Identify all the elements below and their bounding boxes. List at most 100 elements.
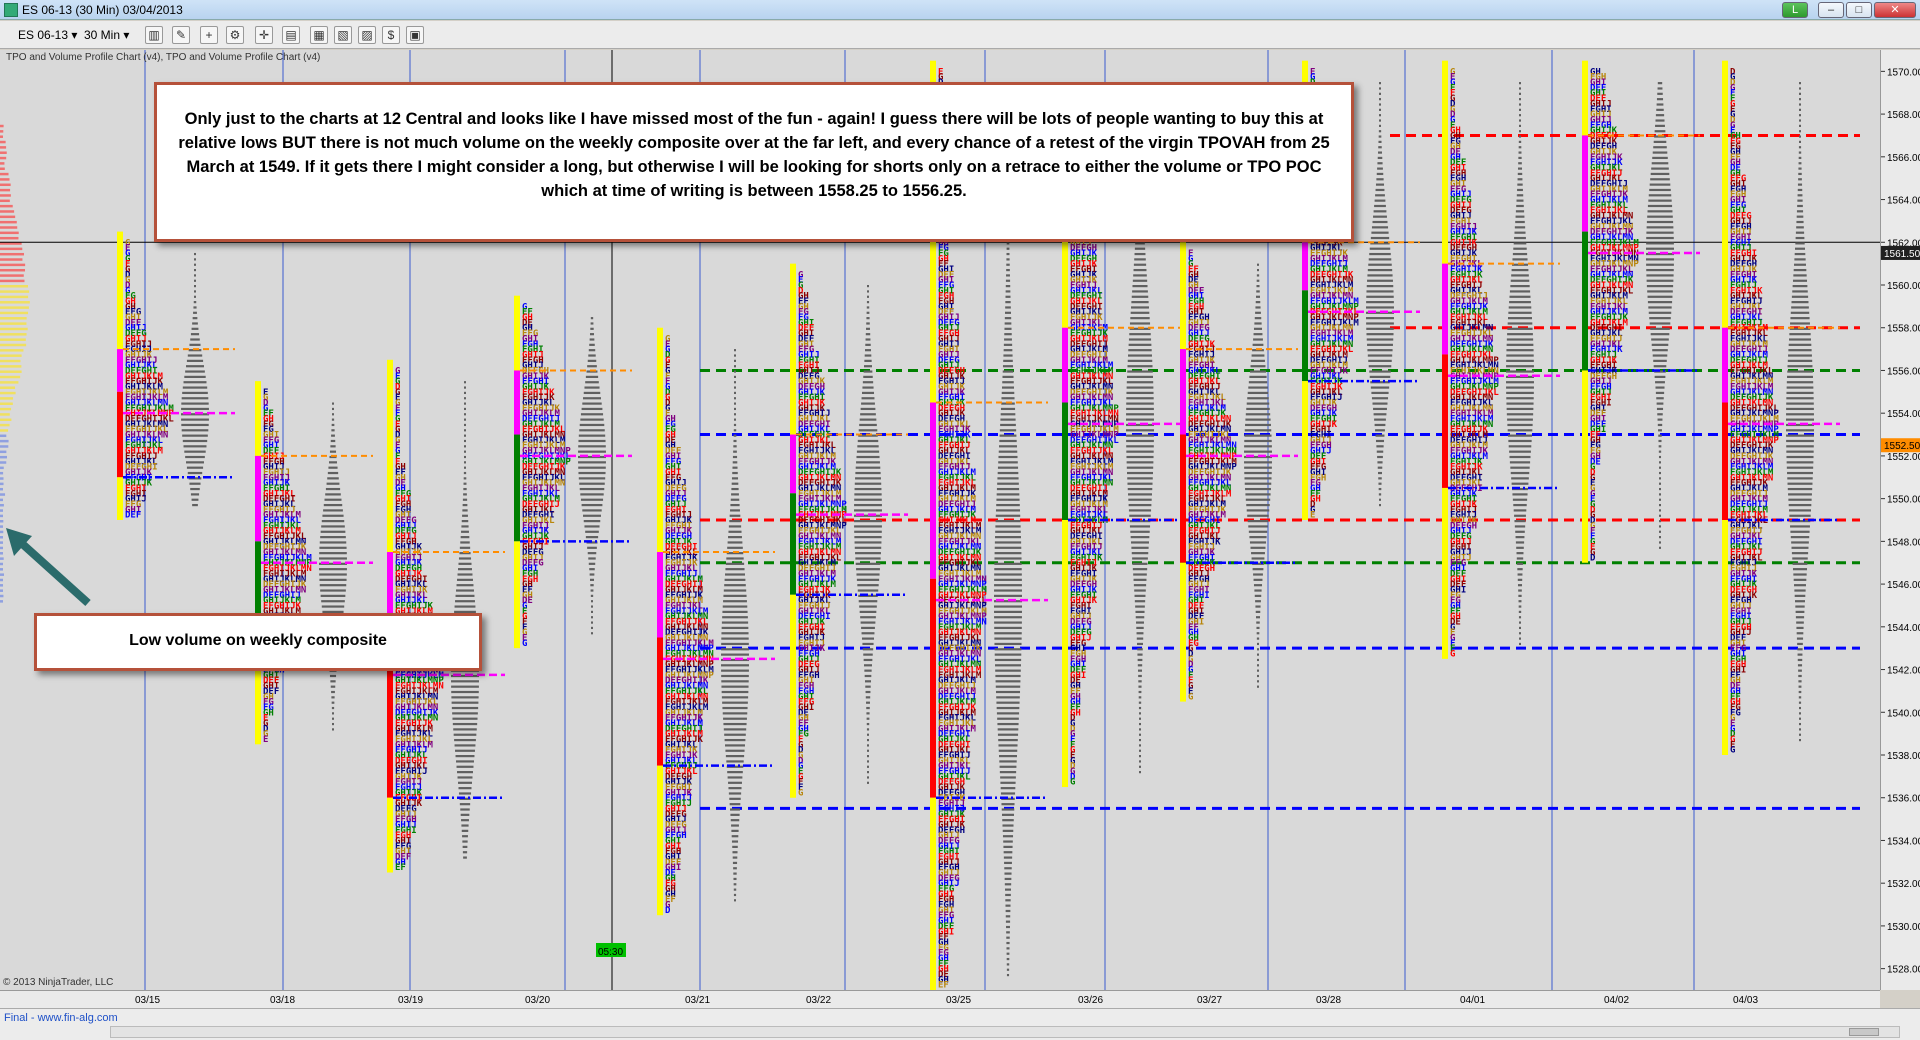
volume-profile-bar (730, 504, 739, 506)
session-range-segment (790, 493, 796, 594)
properties2-icon[interactable]: ▨ (358, 26, 376, 44)
volume-profile-bar (732, 467, 737, 469)
volume-profile-bar (734, 392, 736, 394)
dollar-icon[interactable]: $ (382, 26, 400, 44)
volume-profile-bar (1367, 285, 1394, 287)
volume-profile-bar (1251, 552, 1265, 554)
volume-profile-bar (1506, 397, 1533, 399)
volume-profile-bar (455, 750, 475, 752)
instrument-selector[interactable]: ES 06-13 ▾ (14, 25, 81, 45)
horizontal-scrollbar[interactable] (110, 1026, 1900, 1038)
volume-profile-bar (331, 440, 335, 442)
minimize-button[interactable]: – (1818, 2, 1844, 18)
volume-profile-bar (464, 483, 467, 485)
volume-profile-bar (855, 488, 882, 490)
volume-profile-bar (1518, 589, 1522, 591)
composite-text: Low volume on weekly composite (129, 632, 387, 649)
data-box-icon[interactable]: ▤ (282, 26, 300, 44)
volume-profile-bar (721, 638, 748, 640)
volume-profile-bar (1790, 531, 1809, 533)
volume-profile-bar (1513, 499, 1527, 501)
pen-icon[interactable]: ✎ (172, 26, 190, 44)
volume-profile-bar (1006, 285, 1010, 287)
volume-profile-bar (1247, 403, 1270, 405)
volume-profile-bar (1657, 103, 1664, 105)
interval-selector[interactable]: 30 Min ▾ (80, 25, 133, 45)
volume-profile-bar (999, 760, 1016, 762)
volume-profile-bar (866, 317, 869, 319)
chart-trader-icon[interactable]: ▧ (334, 26, 352, 44)
volume-profile-bar (590, 579, 594, 581)
volume-profile-bar (998, 467, 1018, 469)
volume-profile-bar (1378, 151, 1382, 153)
volume-profile-bar (1659, 451, 1661, 453)
volume-profile-bar (194, 269, 196, 271)
volume-profile-bar (1000, 419, 1015, 421)
volume-profile-bar (324, 499, 341, 501)
volume-profile-bar (865, 686, 870, 688)
volume-profile-bar (584, 386, 599, 388)
time-axis[interactable]: 03/15 03/18 03/19 03/20 03/21 03/22 03/25 03/26… (0, 990, 1880, 1008)
volume-profile-bar (1003, 354, 1012, 356)
volume-profile-bar (1795, 242, 1804, 244)
composite-volume-bar (0, 419, 11, 422)
volume-profile-bar (1002, 376, 1013, 378)
volume-profile-bar (1379, 504, 1381, 506)
volume-profile-bar (860, 413, 876, 415)
volume-profile-bar (1515, 221, 1525, 223)
volume-profile-bar (1253, 568, 1264, 570)
close-button[interactable]: ✕ (1874, 2, 1916, 18)
volume-profile-bar (1007, 963, 1009, 965)
date-tick-label: 03/27 (1197, 995, 1222, 1006)
volume-profile-bar (1006, 931, 1010, 933)
volume-profile-bar (996, 702, 1019, 704)
volume-profile-bar (1368, 264, 1391, 266)
strategy-icon[interactable]: ▦ (310, 26, 328, 44)
composite-volume-bar (0, 579, 3, 582)
price-axis[interactable]: 1570.00 1568.00 1566.00 1564.00 1562.00 1560.… (1880, 50, 1920, 990)
volume-profile-bar (1244, 435, 1271, 437)
composite-volume-bar (0, 536, 3, 539)
volume-profile-bar (723, 718, 747, 720)
volume-profile-bar (331, 429, 334, 431)
add-indicator-icon[interactable]: + (200, 26, 218, 44)
volume-profile-bar (1649, 189, 1671, 191)
date-tick-label: 04/02 (1604, 995, 1629, 1006)
scrollbar-thumb[interactable] (1849, 1028, 1879, 1036)
volume-profile-bar (862, 638, 874, 640)
volume-profile-bar (1650, 184, 1671, 186)
volume-profile-bar (1372, 226, 1388, 228)
properties-icon[interactable]: ⚙ (226, 26, 244, 44)
volume-profile-bar (1246, 499, 1270, 501)
volume-profile-bar (1647, 221, 1673, 223)
volume-profile-bar (730, 808, 740, 810)
session-range-segment (1442, 264, 1448, 355)
save-icon[interactable]: ▣ (406, 26, 424, 44)
volume-profile-bar (1650, 322, 1671, 324)
link-button[interactable]: L (1782, 2, 1808, 18)
volume-profile-bar (1139, 739, 1141, 741)
session-range-segment (790, 435, 796, 494)
volume-profile-bar (997, 477, 1018, 479)
volume-profile-bar (1135, 605, 1145, 607)
session-range-segment (117, 232, 123, 350)
maximize-button[interactable]: □ (1846, 2, 1872, 18)
date-tick-label: 04/01 (1460, 995, 1485, 1006)
volume-profile-bar (1511, 477, 1529, 479)
volume-profile-bar (1245, 419, 1270, 421)
volume-profile-bar (867, 285, 869, 287)
volume-profile-bar (1368, 354, 1392, 356)
volume-profile-bar (1126, 413, 1154, 415)
volume-profile-bar (320, 589, 346, 591)
volume-profile-bar (1794, 579, 1807, 581)
crosshair-icon[interactable]: ✛ (255, 26, 273, 44)
volume-profile-bar (1254, 579, 1263, 581)
volume-profile-bar (1137, 654, 1142, 656)
volume-profile-bar (1799, 702, 1801, 704)
bar-style-icon[interactable]: ▥ (145, 26, 163, 44)
volume-profile-bar (721, 670, 749, 672)
volume-profile-bar (1656, 109, 1663, 111)
volume-profile-bar (1246, 413, 1270, 415)
session-04-03: DGDGFFGEGDGEGHFGFGGHEFGHDEGHEFGGHIFGHFGH… (1722, 61, 1840, 756)
volume-profile-bar (583, 397, 601, 399)
